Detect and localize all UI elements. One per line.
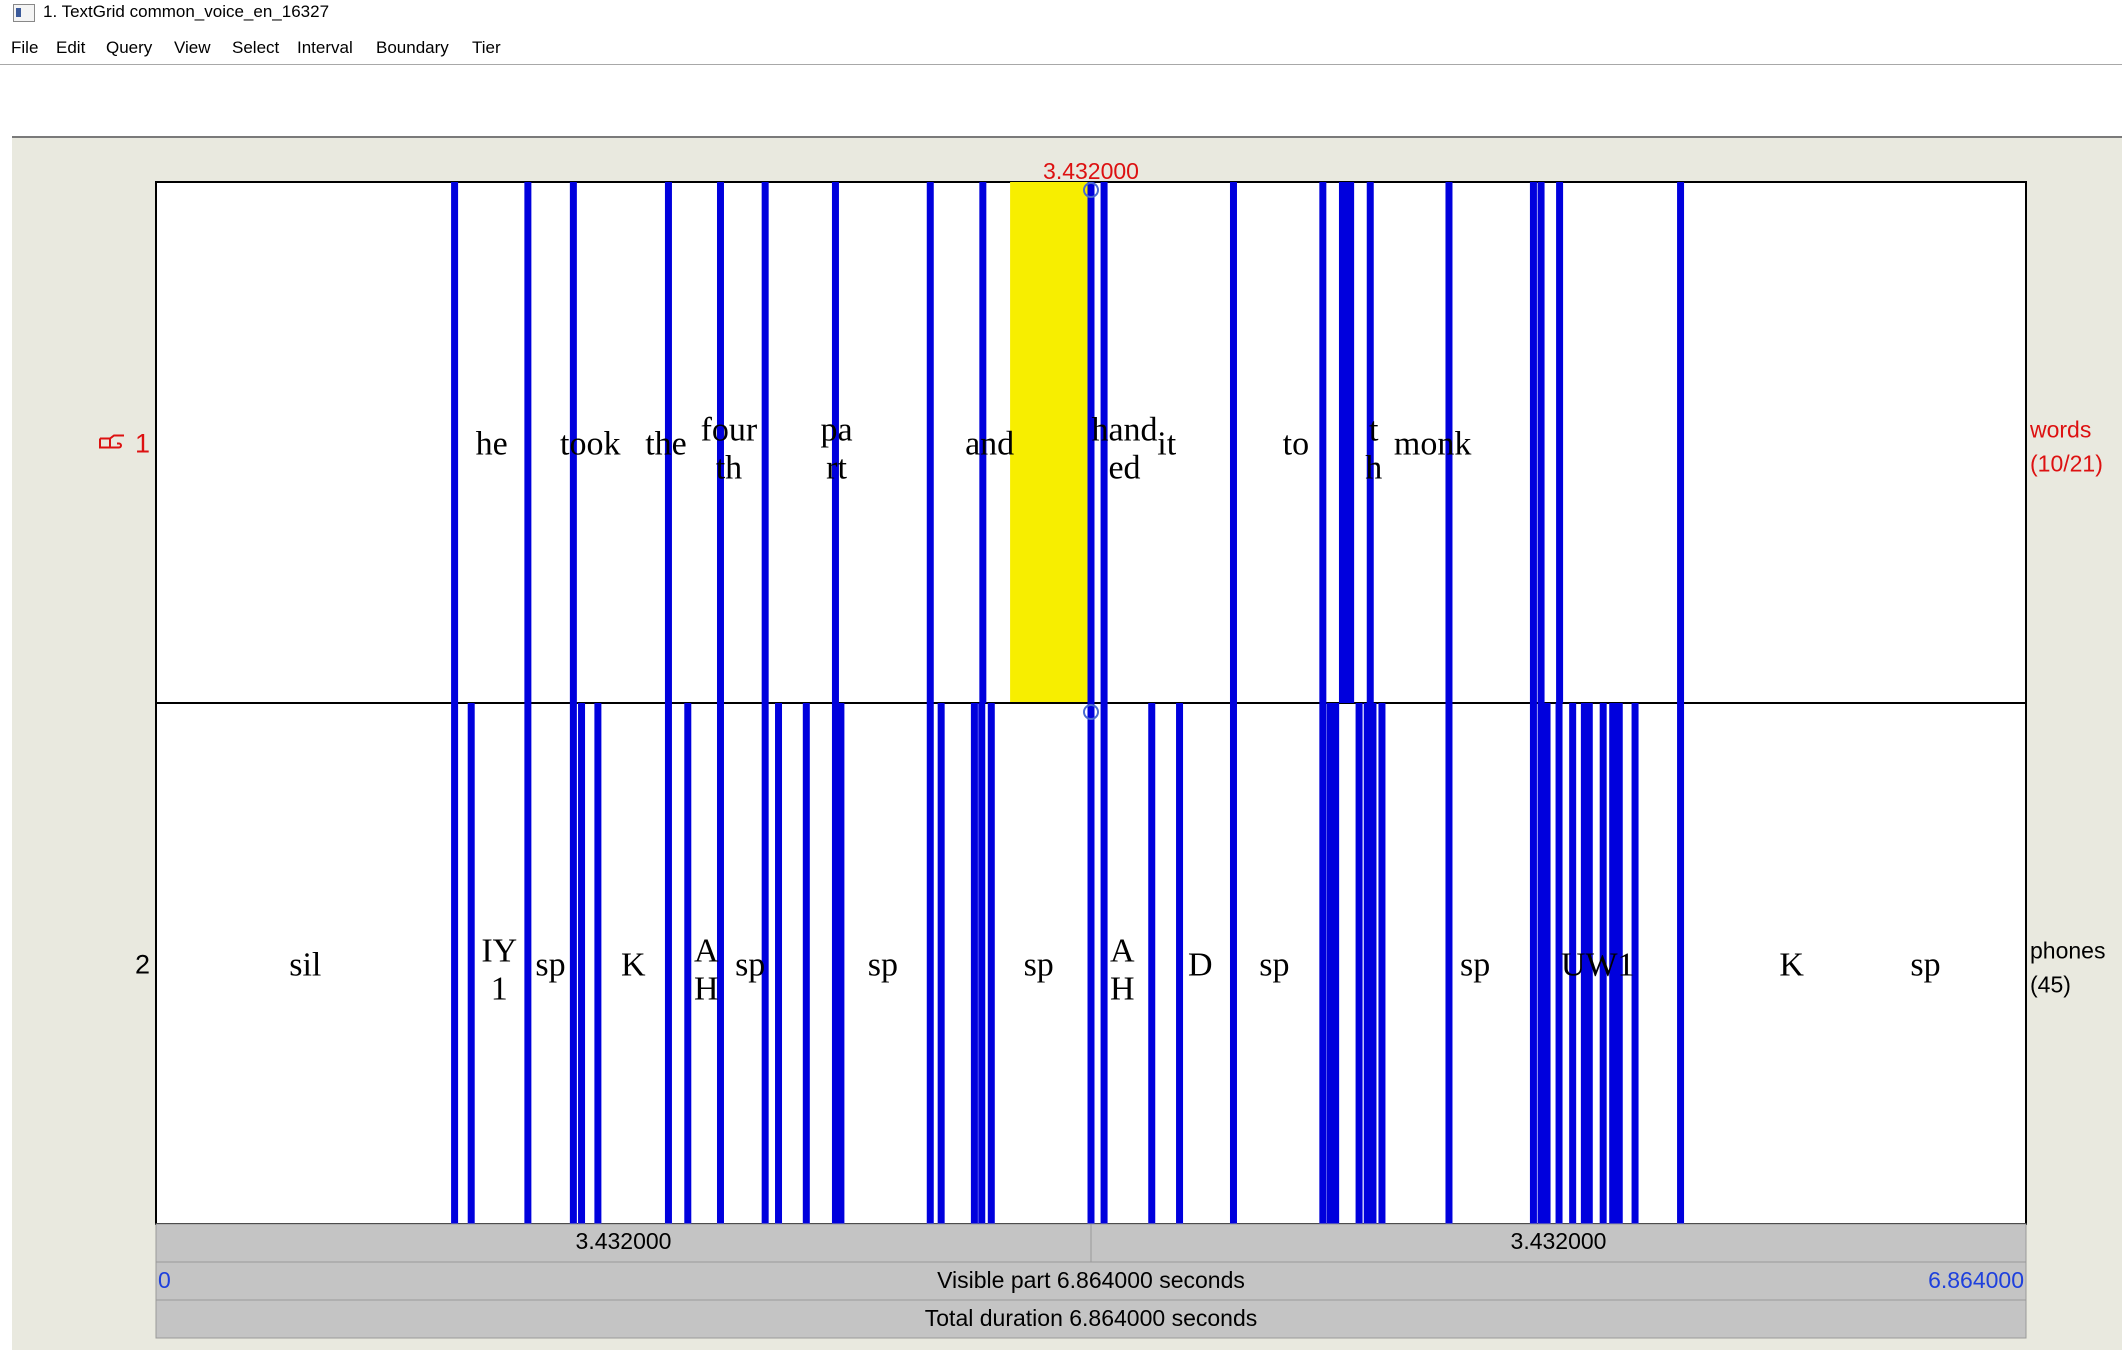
menu-interval[interactable]: Interval bbox=[297, 38, 353, 58]
tier-2-number[interactable]: 2 bbox=[135, 950, 150, 980]
tier-2-interval-label[interactable]: sp bbox=[535, 947, 565, 984]
tier-1-interval-label[interactable]: four bbox=[701, 412, 758, 449]
textgrid-canvas[interactable]: 3.432000he took the fourthpartand handedit to… bbox=[12, 138, 2122, 1350]
menu-tier[interactable]: Tier bbox=[472, 38, 501, 58]
tier-2-interval-label[interactable]: D bbox=[1188, 947, 1213, 984]
tier-1-interval-label[interactable]: it bbox=[1157, 426, 1176, 463]
app-window-icon bbox=[13, 4, 35, 22]
menu-separator bbox=[0, 64, 2122, 65]
tier-1-interval-label[interactable]: took bbox=[560, 426, 620, 463]
menu-edit[interactable]: Edit bbox=[56, 38, 85, 58]
tier-2-interval-label[interactable]: sil bbox=[289, 947, 321, 984]
menu-query[interactable]: Query bbox=[106, 38, 152, 58]
tier-2-interval-label[interactable]: K bbox=[621, 947, 646, 984]
pointing-hand-icon bbox=[99, 434, 124, 449]
tier-1-interval-label[interactable]: monk bbox=[1394, 426, 1471, 463]
menu-boundary[interactable]: Boundary bbox=[376, 38, 449, 58]
tier-1-count: (10/21) bbox=[2030, 451, 2103, 477]
tier-1-interval-label[interactable]: hand bbox=[1091, 412, 1157, 449]
tier-2-interval-label[interactable]: sp bbox=[1460, 947, 1490, 984]
visible-start-time[interactable]: 0 bbox=[158, 1267, 171, 1293]
tier-1-interval-label[interactable]: to bbox=[1283, 426, 1309, 463]
tier-2-interval-label[interactable]: 1 bbox=[491, 971, 508, 1008]
total-duration-label: Total duration 6.864000 seconds bbox=[925, 1305, 1257, 1331]
tier-1-interval-label[interactable]: and bbox=[965, 426, 1014, 463]
tier-1-name[interactable]: words bbox=[2029, 417, 2091, 443]
menu-file[interactable]: File bbox=[11, 38, 38, 58]
left-half-duration: 3.432000 bbox=[576, 1228, 672, 1254]
menu-view[interactable]: View bbox=[174, 38, 211, 58]
tier-2-interval-label[interactable]: sp bbox=[1024, 947, 1054, 984]
tier-1-interval-label[interactable]: rt bbox=[826, 450, 847, 487]
tier-1-interval-label[interactable]: the bbox=[645, 426, 687, 463]
title-bar: 1. TextGrid common_voice_en_16327 bbox=[0, 0, 2122, 30]
tier-2-count: (45) bbox=[2030, 972, 2071, 998]
visible-part-label: Visible part 6.864000 seconds bbox=[937, 1267, 1245, 1293]
cursor-time-label: 3.432000 bbox=[1043, 158, 1139, 184]
tier-2-interval-label[interactable]: sp bbox=[868, 947, 898, 984]
tier-1-number[interactable]: 1 bbox=[135, 429, 150, 459]
tier-1-interval-label[interactable]: he bbox=[476, 426, 508, 463]
tier-1-interval-label[interactable]: t bbox=[1369, 412, 1379, 449]
tier-2-interval-label[interactable]: sp bbox=[735, 947, 765, 984]
tier-2-interval-label[interactable]: H bbox=[1110, 971, 1135, 1008]
right-half-duration: 3.432000 bbox=[1511, 1228, 1607, 1254]
tier-2-interval-label[interactable]: H bbox=[694, 971, 719, 1008]
tier-2-interval-label[interactable]: sp bbox=[1259, 947, 1289, 984]
selected-interval-highlight[interactable] bbox=[1010, 182, 1091, 703]
menu-bar: File Edit Query View Select Interval Boundary T… bbox=[0, 36, 2122, 62]
tier-1-interval-label[interactable]: ed bbox=[1108, 450, 1140, 487]
menu-select[interactable]: Select bbox=[232, 38, 279, 58]
tier-2-name[interactable]: phones bbox=[2030, 938, 2105, 964]
window-title: 1. TextGrid common_voice_en_16327 bbox=[43, 2, 330, 21]
tier-2-interval-label[interactable]: A bbox=[1110, 933, 1135, 970]
tier-1-interval-label[interactable]: h bbox=[1365, 450, 1382, 487]
tier-1-interval-label[interactable]: pa bbox=[820, 412, 852, 449]
tier-2-interval-label[interactable]: UW1 bbox=[1561, 947, 1635, 984]
tier-2-interval-label[interactable]: sp bbox=[1910, 947, 1940, 984]
tier-2-interval-label[interactable]: IY bbox=[481, 933, 517, 970]
tier-2-interval-label[interactable]: K bbox=[1779, 947, 1804, 984]
textgrid-editor: 3.432000 he took the four th pa rt and hand ed it to… bbox=[12, 136, 2122, 1350]
tier-1-interval-label[interactable]: th bbox=[716, 450, 742, 487]
tier-2-interval-label[interactable]: A bbox=[694, 933, 719, 970]
visible-end-time[interactable]: 6.864000 bbox=[1928, 1267, 2024, 1293]
